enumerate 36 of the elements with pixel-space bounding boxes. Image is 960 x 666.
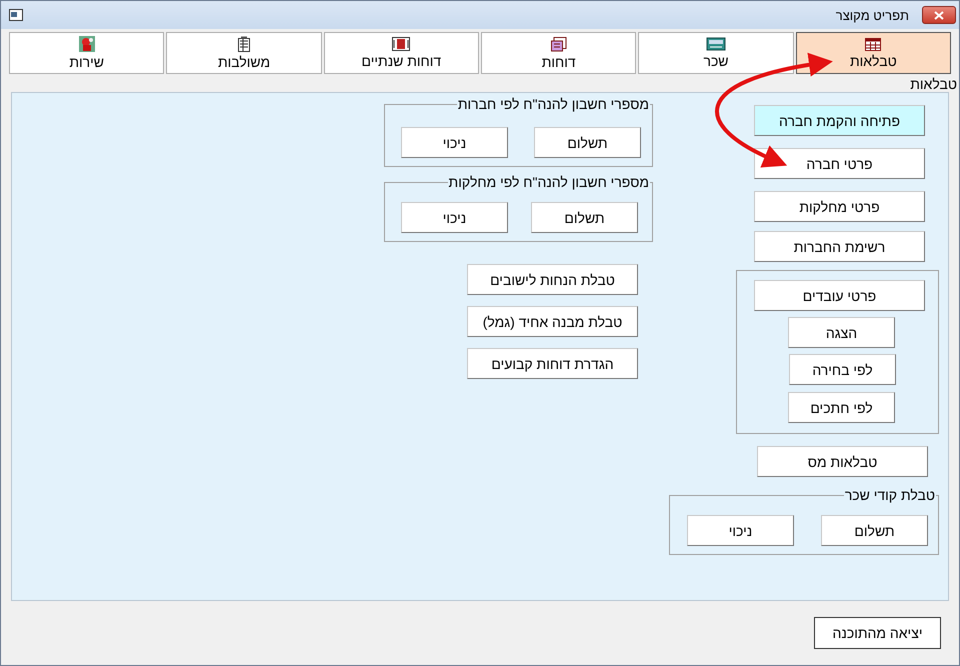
menu-button[interactable]: פרטי עובדים: [754, 280, 925, 311]
menu-button[interactable]: פרטי חברה: [754, 148, 925, 179]
app-icon: [9, 9, 23, 21]
menu-button[interactable]: טבלאות מס: [757, 446, 928, 477]
menu-button[interactable]: תשלום: [821, 515, 928, 546]
group-title: מספרי חשבון להנה"ח לפי מחלקות: [448, 174, 650, 190]
tab[interactable]: משולבות: [166, 32, 322, 74]
exit-button[interactable]: יציאה מהתוכנה: [814, 617, 941, 649]
menu-button[interactable]: פתיחה והקמת חברה: [754, 105, 925, 136]
tab[interactable]: דוחות: [481, 32, 636, 74]
document-icon: [550, 36, 567, 52]
menu-button[interactable]: הצגה: [788, 317, 895, 348]
menu-button[interactable]: ניכוי: [687, 515, 794, 546]
register-icon: [706, 37, 726, 51]
tab[interactable]: טבלאות: [796, 32, 951, 74]
tab[interactable]: שכר: [638, 32, 794, 74]
menu-button[interactable]: לפי בחירה: [789, 354, 896, 385]
window-title: תפריט מקוצר: [836, 8, 909, 22]
menu-button[interactable]: תשלום: [531, 202, 638, 233]
menu-button[interactable]: פרטי מחלקות: [754, 191, 925, 222]
menu-button[interactable]: טבלת מבנה אחיד (גמל): [467, 306, 638, 337]
tab[interactable]: שירות: [9, 32, 164, 74]
tab[interactable]: דוחות שנתיים: [324, 32, 480, 74]
close-icon: [934, 10, 944, 20]
menu-button[interactable]: לפי חתכים: [788, 392, 895, 423]
table-icon: [865, 38, 882, 50]
close-button[interactable]: [922, 6, 956, 24]
menu-button[interactable]: ניכוי: [401, 202, 508, 233]
menu-button[interactable]: טבלת הנחות לישובים: [467, 264, 638, 295]
menu-button[interactable]: הגדרת דוחות קבועים: [467, 348, 638, 379]
menu-button[interactable]: רשימת החברות: [754, 231, 925, 262]
group-title: מספרי חשבון להנה"ח לפי חברות: [456, 96, 650, 112]
group-title: טבלת קודי שכר: [844, 487, 936, 503]
section-label: טבלאות: [909, 75, 958, 92]
menu-button[interactable]: תשלום: [534, 127, 641, 158]
menu-button[interactable]: ניכוי: [401, 127, 508, 158]
